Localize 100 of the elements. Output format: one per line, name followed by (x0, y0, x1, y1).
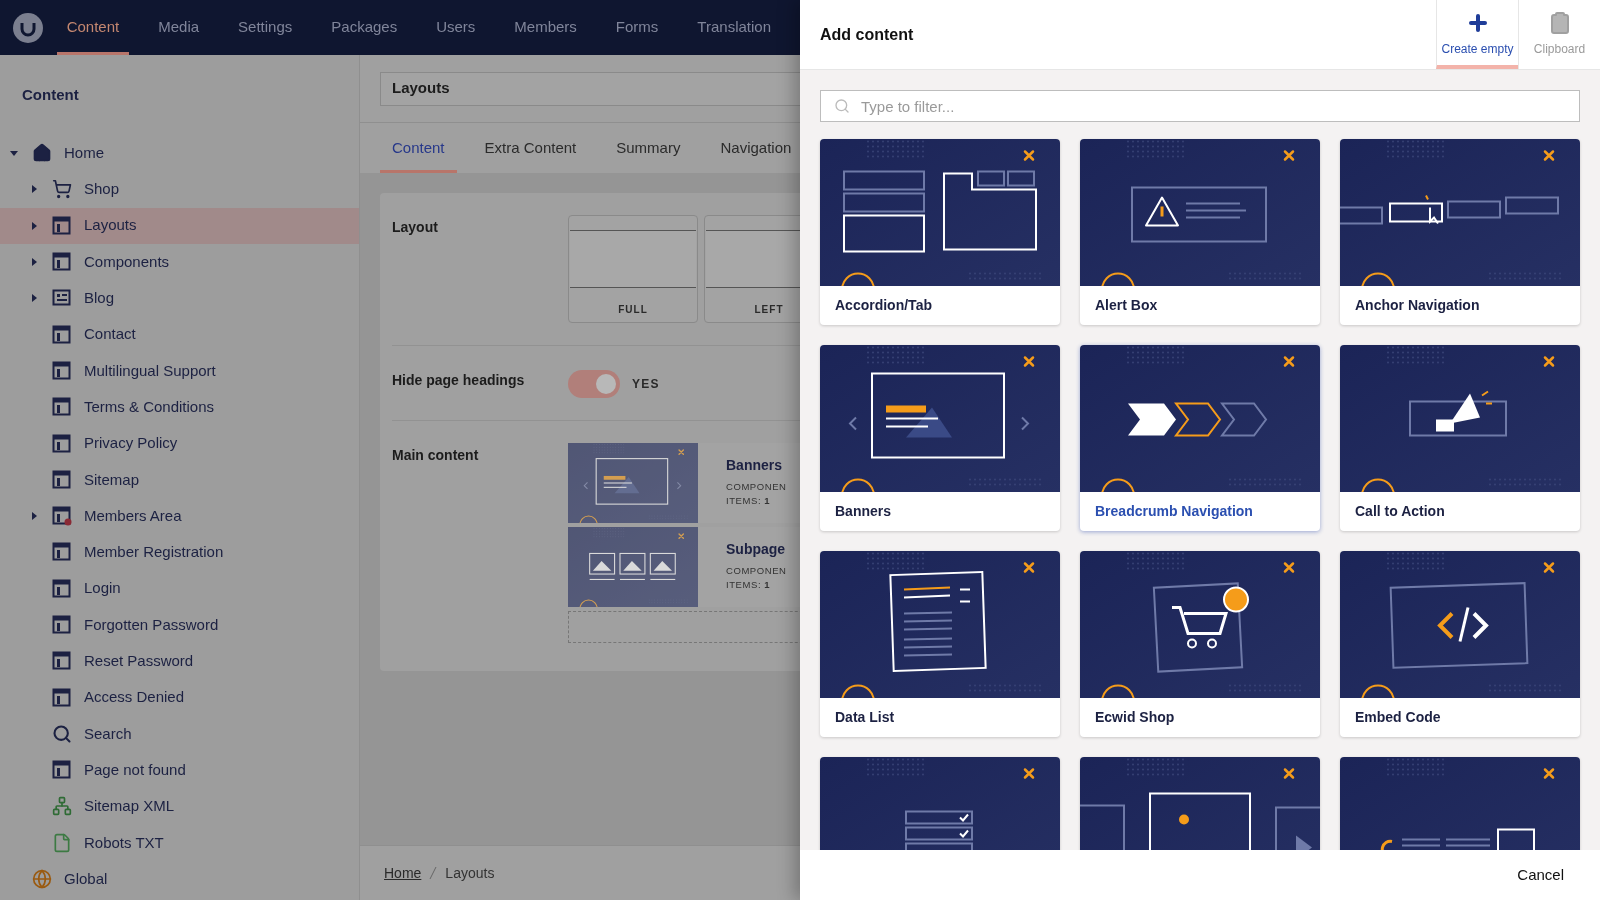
caret-icon[interactable] (30, 185, 38, 194)
tree-item-label[interactable]: Sitemap XML (84, 795, 175, 818)
toggle-switch[interactable] (568, 370, 620, 398)
tree-item[interactable]: Blog (0, 280, 359, 317)
tree-item-label[interactable]: Sitemap (84, 468, 140, 492)
card-label[interactable]: Embed Code (1355, 707, 1441, 728)
create-empty-button[interactable]: Create empty (1436, 0, 1518, 69)
content-tab[interactable]: Navigation (708, 123, 800, 173)
content-type-card[interactable]: Alert Box (1080, 139, 1320, 325)
card-label[interactable]: Alert Box (1095, 295, 1158, 316)
content-tab[interactable]: Extra Content (472, 123, 589, 173)
layout-option-label[interactable]: FULL (618, 302, 648, 317)
card-label[interactable]: Anchor Navigation (1355, 295, 1480, 316)
caret-icon[interactable] (30, 512, 38, 521)
property-label: Layout (392, 219, 438, 235)
content-type-card[interactable]: Accordion/Tab (820, 139, 1060, 325)
search-icon (834, 98, 850, 114)
nav-tab[interactable]: Media (148, 0, 210, 55)
content-type-card[interactable]: Breadcrumb Navigation (1080, 345, 1320, 531)
tree-item[interactable]: Contact (0, 316, 359, 353)
nav-tab[interactable]: Users (426, 0, 486, 55)
tree-item-label[interactable]: Page not found (84, 758, 186, 782)
tree-item-label[interactable]: Global (64, 867, 108, 891)
nav-tab[interactable]: Packages (321, 0, 408, 55)
tree-item[interactable]: Privacy Policy (0, 425, 359, 462)
tree-item-label[interactable]: Layouts (84, 214, 137, 237)
content-type-card[interactable]: Data List (820, 551, 1060, 737)
name-input-field[interactable]: Layouts (380, 71, 800, 106)
layout-option[interactable]: FULL (568, 215, 698, 323)
page-layout-icon (52, 215, 72, 236)
tree-item[interactable]: Sitemap XML (0, 788, 359, 825)
nav-tab[interactable]: Settings (228, 0, 303, 55)
content-tab[interactable]: Content (380, 123, 457, 173)
tree-item[interactable]: Members Area (0, 497, 359, 535)
page-layout-icon (52, 397, 72, 418)
property-label: Hide page headings (392, 372, 525, 388)
tree-item[interactable]: Components (0, 243, 359, 281)
tree-item-label[interactable]: Forgotten Password (84, 613, 219, 637)
breadcrumb-link[interactable]: Home (384, 862, 422, 884)
sitemap-icon (52, 796, 72, 817)
tree-item-label[interactable]: Blog (84, 287, 115, 310)
tree-item[interactable]: Search (0, 715, 359, 753)
tree-item[interactable]: Robots TXT (0, 824, 359, 861)
card-label[interactable]: Accordion/Tab (835, 295, 932, 316)
tree-item[interactable]: Access Denied (0, 679, 359, 716)
tree-item[interactable]: Multilingual Support (0, 352, 359, 390)
tree-item-label[interactable]: Privacy Policy (84, 432, 178, 455)
tree-item-label[interactable]: Reset Password (84, 650, 194, 673)
card-label[interactable]: Call to Action (1355, 501, 1445, 522)
card-label[interactable]: Ecwid Shop (1095, 707, 1175, 728)
tree-item-label[interactable]: Members Area (84, 504, 182, 528)
tree-item-label[interactable]: Robots TXT (84, 831, 164, 855)
tree-item[interactable]: Reset Password (0, 643, 359, 680)
tree-item[interactable]: Page not found (0, 752, 359, 789)
globe-icon (32, 869, 52, 890)
tree-item[interactable]: Sitemap (0, 461, 359, 498)
tree-item-label[interactable]: Multilingual Support (84, 359, 216, 383)
card-label[interactable]: Data List (835, 707, 895, 728)
tree-item[interactable]: Login (0, 570, 359, 607)
content-tab[interactable]: Summary (604, 123, 693, 173)
content-type-card[interactable]: Banners (820, 345, 1060, 531)
tree-item-label[interactable]: Login (84, 577, 121, 600)
nav-tab[interactable]: Forms (605, 0, 669, 55)
layout-option[interactable]: LEFT (704, 215, 800, 323)
tree-item-label[interactable]: Access Denied (84, 686, 185, 709)
toggle-value: YES (632, 376, 660, 393)
content-type-card[interactable]: Ecwid Shop (1080, 551, 1320, 737)
tree-item[interactable]: Layouts (0, 207, 359, 244)
block-item-count: ITEMS: 1 (726, 494, 772, 509)
caret-icon[interactable] (30, 294, 38, 303)
content-type-card[interactable]: Call to Action (1340, 345, 1580, 531)
tree-item-label[interactable]: Shop (84, 178, 120, 201)
logo-icon[interactable] (12, 11, 45, 44)
tree-item[interactable]: Member Registration (0, 534, 359, 571)
layout-option-label[interactable]: LEFT (754, 302, 784, 317)
tree-item-label[interactable]: Search (84, 722, 132, 746)
tree-item[interactable]: Home (0, 135, 359, 172)
card-label[interactable]: Banners (835, 501, 892, 522)
caret-icon[interactable] (30, 258, 38, 267)
clipboard-button[interactable]: Clipboard (1518, 0, 1600, 69)
tree-item-label[interactable]: Components (84, 250, 170, 274)
tree-item[interactable]: Shop (0, 171, 359, 208)
block-type: COMPONEN (726, 564, 787, 578)
tree-item-label[interactable]: Home (64, 141, 104, 165)
cancel-button[interactable]: Cancel (1513, 859, 1568, 891)
tree-item[interactable]: Forgotten Password (0, 606, 359, 644)
caret-icon[interactable] (30, 221, 38, 230)
tree-item-label[interactable]: Member Registration (84, 541, 224, 564)
content-type-card[interactable]: Embed Code (1340, 551, 1580, 737)
tree-item[interactable]: Global (0, 860, 359, 898)
tree-item-label[interactable]: Contact (84, 323, 136, 346)
nav-tab[interactable]: Members (504, 0, 587, 55)
tree-item-label[interactable]: Terms & Conditions (84, 395, 215, 419)
list-page-icon (52, 288, 72, 309)
content-type-card[interactable]: Anchor Navigation (1340, 139, 1580, 325)
nav-tab[interactable]: Translation (687, 0, 781, 55)
tree-item[interactable]: Terms & Conditions (0, 389, 359, 426)
filter-input-field[interactable]: Type to filter... (820, 90, 1580, 122)
card-label[interactable]: Breadcrumb Navigation (1095, 501, 1253, 522)
caret-icon[interactable] (10, 149, 18, 158)
